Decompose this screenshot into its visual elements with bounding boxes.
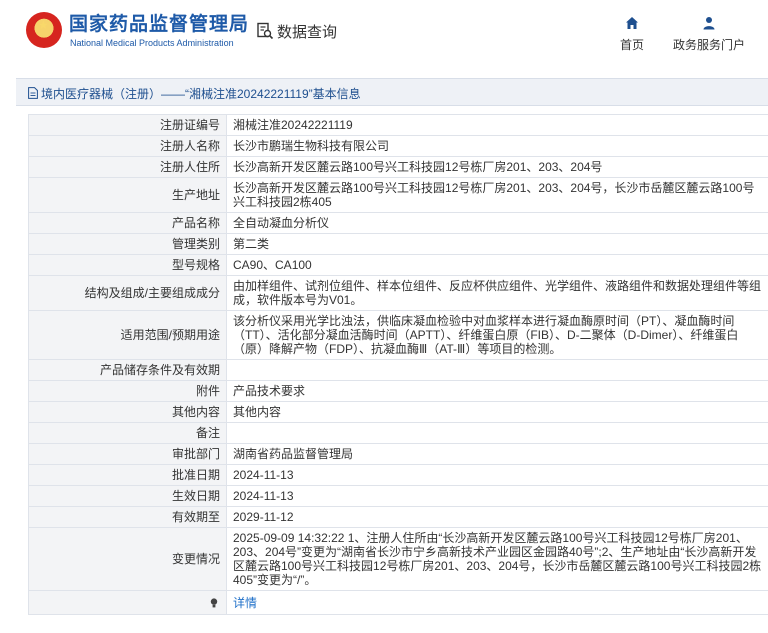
- field-value: 长沙高新开发区麓云路100号兴工科技园12号栋厂房201、203、204号，长沙…: [226, 177, 768, 213]
- table-row: 生产地址 长沙高新开发区麓云路100号兴工科技园12号栋厂房201、203、20…: [28, 177, 768, 213]
- field-value: 湖南省药品监督管理局: [226, 443, 768, 465]
- field-value: 2024-11-13: [226, 485, 768, 507]
- detail-link[interactable]: 详情: [233, 596, 257, 610]
- table-row: 生效日期 2024-11-13: [28, 485, 768, 507]
- field-value: 第二类: [226, 233, 768, 255]
- field-label: 生效日期: [28, 485, 227, 507]
- field-value: 该分析仪采用光学比浊法，供临床凝血检验中对血浆样本进行凝血酶原时间（PT）、凝血…: [226, 310, 768, 360]
- record-title-bar: 境内医疗器械（注册）——“湘械注准20242221119”基本信息: [16, 78, 768, 106]
- table-row: 适用范围/预期用途 该分析仪采用光学比浊法，供临床凝血检验中对血浆样本进行凝血酶…: [28, 310, 768, 360]
- field-label: 管理类别: [28, 233, 227, 255]
- nav-gov-portal-label: 政务服务门户: [672, 38, 745, 52]
- field-value: 其他内容: [226, 401, 768, 423]
- detail-value-cell: 详情: [226, 590, 768, 615]
- field-label: 注册人住所: [28, 156, 227, 178]
- field-value: 产品技术要求: [226, 380, 768, 402]
- field-label: 变更情况: [28, 527, 227, 591]
- field-label: 产品名称: [28, 212, 227, 234]
- field-value: 长沙高新开发区麓云路100号兴工科技园12号栋厂房201、203、204号: [226, 156, 768, 178]
- page-title: 境内医疗器械（注册）——“湘械注准20242221119”基本信息: [41, 87, 361, 101]
- table-row: 有效期至 2029-11-12: [28, 506, 768, 528]
- field-label: 注册人名称: [28, 135, 227, 157]
- table-row: 其他内容 其他内容: [28, 401, 768, 423]
- user-icon: [703, 17, 715, 30]
- table-row: 详情: [28, 590, 768, 615]
- brand-subtitle: National Medical Products Administration: [70, 38, 234, 48]
- table-row: 批准日期 2024-11-13: [28, 464, 768, 486]
- field-value: 由加样组件、试剂位组件、样本位组件、反应杯供应组件、光学组件、液路组件和数据处理…: [226, 275, 768, 311]
- table-row: 结构及组成/主要组成成分 由加样组件、试剂位组件、样本位组件、反应杯供应组件、光…: [28, 275, 768, 311]
- national-emblem-logo: ★: [26, 12, 62, 48]
- table-row: 管理类别 第二类: [28, 233, 768, 255]
- lightbulb-icon: [210, 597, 218, 607]
- data-query-link[interactable]: 数据查询: [256, 20, 337, 42]
- field-label: 附件: [28, 380, 227, 402]
- field-value: [226, 359, 768, 381]
- field-label: 生产地址: [28, 177, 227, 213]
- detail-label-cell: [28, 590, 227, 615]
- field-label: 型号规格: [28, 254, 227, 276]
- nav-home-link[interactable]: 首页: [612, 16, 652, 54]
- table-row: 审批部门 湖南省药品监督管理局: [28, 443, 768, 465]
- table-row: 产品名称 全自动凝血分析仪: [28, 212, 768, 234]
- site-header: ★ 国家药品监督管理局 National Medical Products Ad…: [0, 0, 768, 66]
- table-row: 注册人住所 长沙高新开发区麓云路100号兴工科技园12号栋厂房201、203、2…: [28, 156, 768, 178]
- field-label: 有效期至: [28, 506, 227, 528]
- field-label: 结构及组成/主要组成成分: [28, 275, 227, 311]
- field-value: 全自动凝血分析仪: [226, 212, 768, 234]
- field-label: 批准日期: [28, 464, 227, 486]
- field-label: 产品储存条件及有效期: [28, 359, 227, 381]
- table-row: 备注: [28, 422, 768, 444]
- field-label: 适用范围/预期用途: [28, 310, 227, 360]
- table-row: 变更情况 2025-09-09 14:32:22 1、注册人住所由“长沙高新开发…: [28, 527, 768, 591]
- brand-title[interactable]: 国家药品监督管理局: [69, 14, 249, 36]
- field-value: 2024-11-13: [226, 464, 768, 486]
- field-value: 长沙市鹏瑞生物科技有限公司: [226, 135, 768, 157]
- field-label: 注册证编号: [28, 114, 227, 136]
- table-row: 注册证编号 湘械注准20242221119: [28, 114, 768, 136]
- document-icon: [28, 87, 38, 99]
- table-row: 型号规格 CA90、CA100: [28, 254, 768, 276]
- field-label: 备注: [28, 422, 227, 444]
- document-search-icon: [257, 22, 274, 40]
- field-value: 2029-11-12: [226, 506, 768, 528]
- home-icon: [626, 17, 638, 29]
- nav-home-label: 首页: [619, 38, 644, 52]
- field-value: [226, 422, 768, 444]
- table-row: 附件 产品技术要求: [28, 380, 768, 402]
- table-row: 产品储存条件及有效期: [28, 359, 768, 381]
- data-query-label: 数据查询: [277, 23, 338, 41]
- field-label: 其他内容: [28, 401, 227, 423]
- field-value: 湘械注准20242221119: [226, 114, 768, 136]
- nav-gov-portal-link[interactable]: 政务服务门户: [668, 16, 750, 54]
- table-row: 注册人名称 长沙市鹏瑞生物科技有限公司: [28, 135, 768, 157]
- device-info-table: 注册证编号 湘械注准20242221119 注册人名称 长沙市鹏瑞生物科技有限公…: [28, 114, 768, 615]
- field-value: CA90、CA100: [226, 254, 768, 276]
- field-label: 审批部门: [28, 443, 227, 465]
- field-value: 2025-09-09 14:32:22 1、注册人住所由“长沙高新开发区麓云路1…: [226, 527, 768, 591]
